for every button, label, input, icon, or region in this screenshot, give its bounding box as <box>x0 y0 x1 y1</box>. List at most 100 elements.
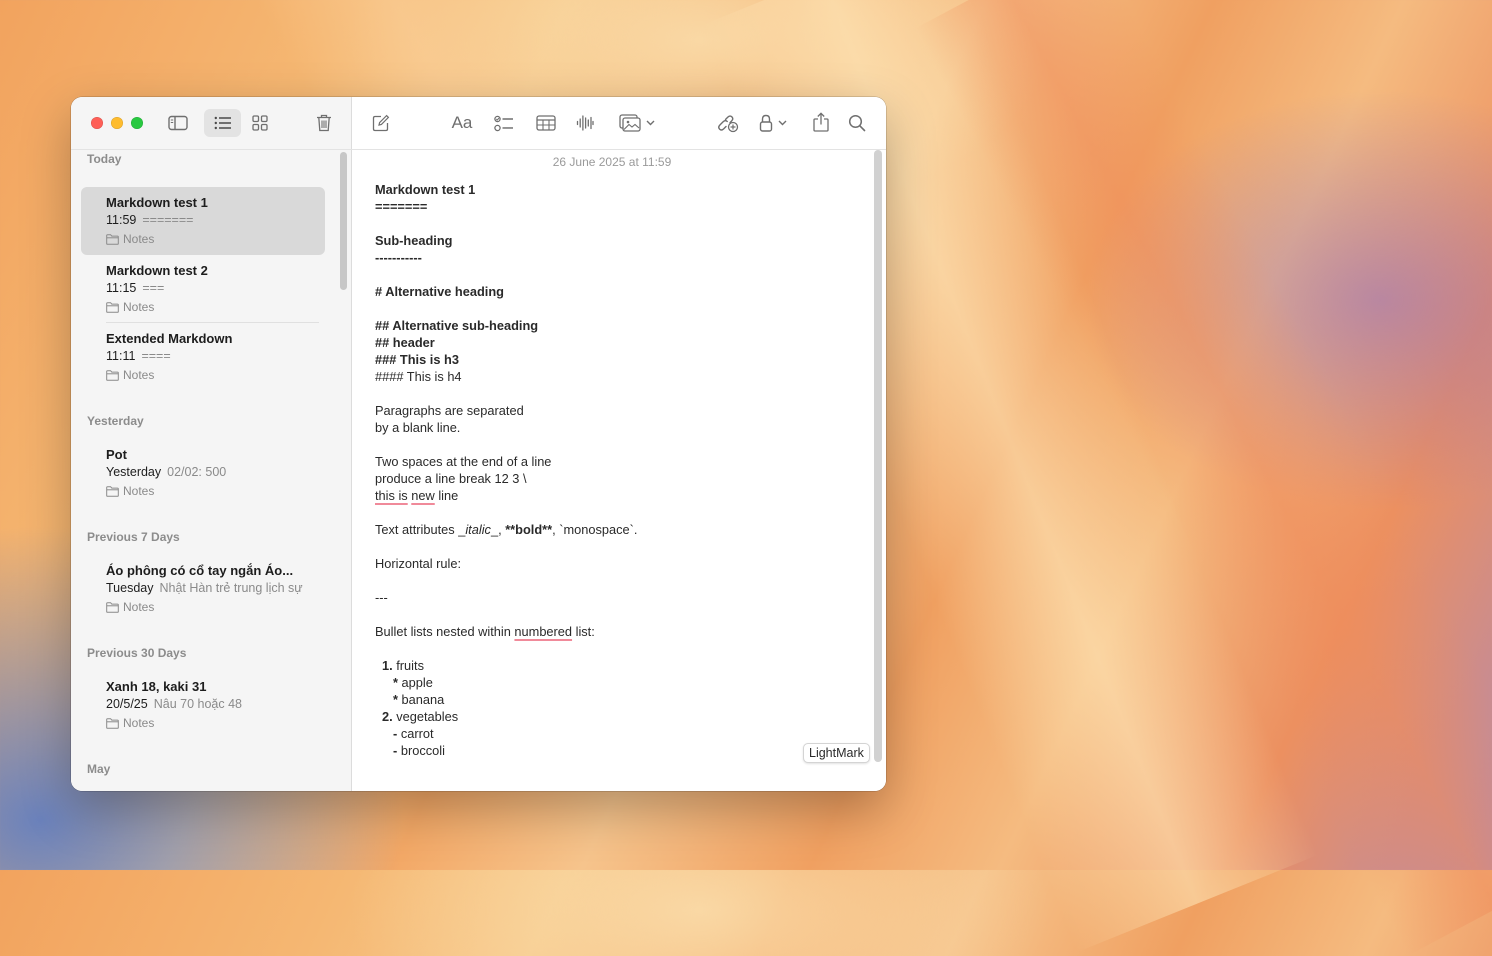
list-text: carrot <box>397 726 434 741</box>
note-line: ======= <box>375 199 428 214</box>
note-line: Sub-heading <box>375 233 453 248</box>
note-title: Markdown test 1 <box>106 195 208 210</box>
media-button[interactable] <box>615 109 659 137</box>
note-meta: Tuesday Nhật Hàn trẻ trung lịch sự <box>106 581 311 595</box>
toggle-sidebar-button[interactable] <box>163 110 193 136</box>
checklist-icon <box>494 115 513 131</box>
note-folder-label: Notes <box>123 232 155 246</box>
sidebar-icon <box>168 115 188 131</box>
close-window-button[interactable] <box>91 117 103 129</box>
note-folder-label: Notes <box>123 716 155 730</box>
note-meta: 11:11 ==== <box>106 349 311 363</box>
list-view-button[interactable] <box>204 109 241 137</box>
zoom-window-button[interactable] <box>131 117 143 129</box>
list-item: 2. vegetables <box>382 708 458 725</box>
gallery-view-button[interactable] <box>247 110 273 136</box>
note-line: Horizontal rule: <box>375 556 462 571</box>
note-item-markdown-test-2[interactable]: Markdown test 2 11:15 === Notes <box>81 255 325 323</box>
photo-icon <box>619 114 641 132</box>
note-folder-label: Notes <box>123 368 155 382</box>
folder-icon <box>106 369 119 381</box>
note-time: 11:15 <box>106 281 137 295</box>
note-time: 11:11 <box>106 349 136 363</box>
toolbar-divider <box>71 149 886 150</box>
note-item-xanh-18[interactable]: Xanh 18, kaki 31 20/5/25 Nâu 70 hoặc 48 N… <box>81 671 325 739</box>
note-title: Xanh 18, kaki 31 <box>106 679 207 694</box>
sidebar-toolbar <box>71 97 351 149</box>
chevron-down-icon <box>778 120 787 126</box>
audio-button[interactable] <box>571 109 599 137</box>
sidebar-scrollbar[interactable] <box>340 152 347 290</box>
collaborate-button[interactable] <box>714 109 742 137</box>
list-text: broccoli <box>397 743 445 758</box>
note-preview: ==== <box>141 349 171 363</box>
note-line: ### This is h3 <box>375 352 459 367</box>
folder-icon <box>106 717 119 729</box>
lock-button[interactable] <box>755 109 791 137</box>
note-folder: Notes <box>106 368 154 382</box>
note-line: Markdown test 1 <box>375 182 476 197</box>
link-icon <box>718 115 739 133</box>
lightmark-button[interactable]: LightMark <box>803 743 870 763</box>
note-item-markdown-test-1[interactable]: Markdown test 1 11:59 ======= Notes <box>81 187 325 255</box>
grid-icon <box>252 115 268 131</box>
compose-icon <box>372 114 390 132</box>
section-header-previous-7-days: Previous 7 Days <box>87 530 180 544</box>
note-line: # Alternative heading <box>375 284 504 299</box>
table-button[interactable] <box>532 109 560 137</box>
note-line: Text attributes _italic_, **bold**, `mon… <box>375 521 637 538</box>
note-folder-label: Notes <box>123 600 155 614</box>
note-folder-label: Notes <box>123 484 155 498</box>
folder-icon <box>106 301 119 313</box>
note-meta: 20/5/25 Nâu 70 hoặc 48 <box>106 697 311 711</box>
note-title: Extended Markdown <box>106 331 233 346</box>
note-folder: Notes <box>106 600 154 614</box>
list-text: vegetables <box>392 709 459 724</box>
notes-list[interactable]: Today Markdown test 1 11:59 ======= Notes… <box>71 150 339 791</box>
spellcheck-word[interactable]: this is <box>375 488 408 503</box>
note-line: --- <box>375 590 388 605</box>
note-text: line <box>438 488 459 503</box>
note-folder: Notes <box>106 716 154 730</box>
section-header-previous-30-days: Previous 30 Days <box>87 646 187 660</box>
note-line: produce a line break 12 3 \ <box>375 471 527 486</box>
format-button[interactable]: Aa <box>447 109 477 137</box>
list-text: apple <box>397 675 433 690</box>
list-item: - carrot <box>393 725 434 742</box>
editor-scrollbar[interactable] <box>874 150 882 762</box>
note-text: Bullet lists nested within <box>375 624 515 639</box>
note-preview: 02/02: 500 <box>167 465 227 479</box>
checklist-button[interactable] <box>490 109 518 137</box>
note-text: Text attributes _ <box>375 522 466 537</box>
note-preview: ======= <box>142 213 194 227</box>
search-button[interactable] <box>844 109 870 137</box>
note-date: 26 June 2025 at 11:59 <box>552 155 672 169</box>
note-preview: === <box>142 281 165 295</box>
editor-pane[interactable]: Aa 26 June 2025 at 11:59 Markdown test 1 <box>352 97 886 791</box>
folder-icon <box>106 485 119 497</box>
delete-note-button[interactable] <box>311 109 337 137</box>
note-text: list: <box>572 624 595 639</box>
note-title: Markdown test 2 <box>106 263 208 278</box>
folder-icon <box>106 601 119 613</box>
list-icon <box>214 116 231 130</box>
sidebar: Today Markdown test 1 11:59 ======= Notes… <box>71 97 351 791</box>
note-item-extended-markdown[interactable]: Extended Markdown 11:11 ==== Notes <box>81 323 325 391</box>
new-note-button[interactable] <box>368 109 394 137</box>
spellcheck-word[interactable]: new <box>411 488 434 503</box>
note-preview: Nâu 70 hoặc 48 <box>153 697 242 711</box>
note-line: #### This is h4 <box>375 369 462 384</box>
share-button[interactable] <box>808 108 834 136</box>
list-marker: 2. <box>382 709 393 724</box>
lock-icon <box>759 114 773 132</box>
trash-icon <box>317 114 331 132</box>
minimize-window-button[interactable] <box>111 117 123 129</box>
note-item-ao-phong[interactable]: Áo phông có cổ tay ngắn Áo... Tuesday Nhậ… <box>81 555 325 623</box>
note-item-pot[interactable]: Pot Yesterday 02/02: 500 Notes <box>81 439 325 507</box>
note-time: 20/5/25 <box>106 697 148 711</box>
waveform-icon <box>576 115 594 131</box>
note-line: ----------- <box>375 250 422 265</box>
note-folder: Notes <box>106 484 154 498</box>
spellcheck-word[interactable]: numbered <box>514 624 572 639</box>
note-time: Tuesday <box>106 581 154 595</box>
